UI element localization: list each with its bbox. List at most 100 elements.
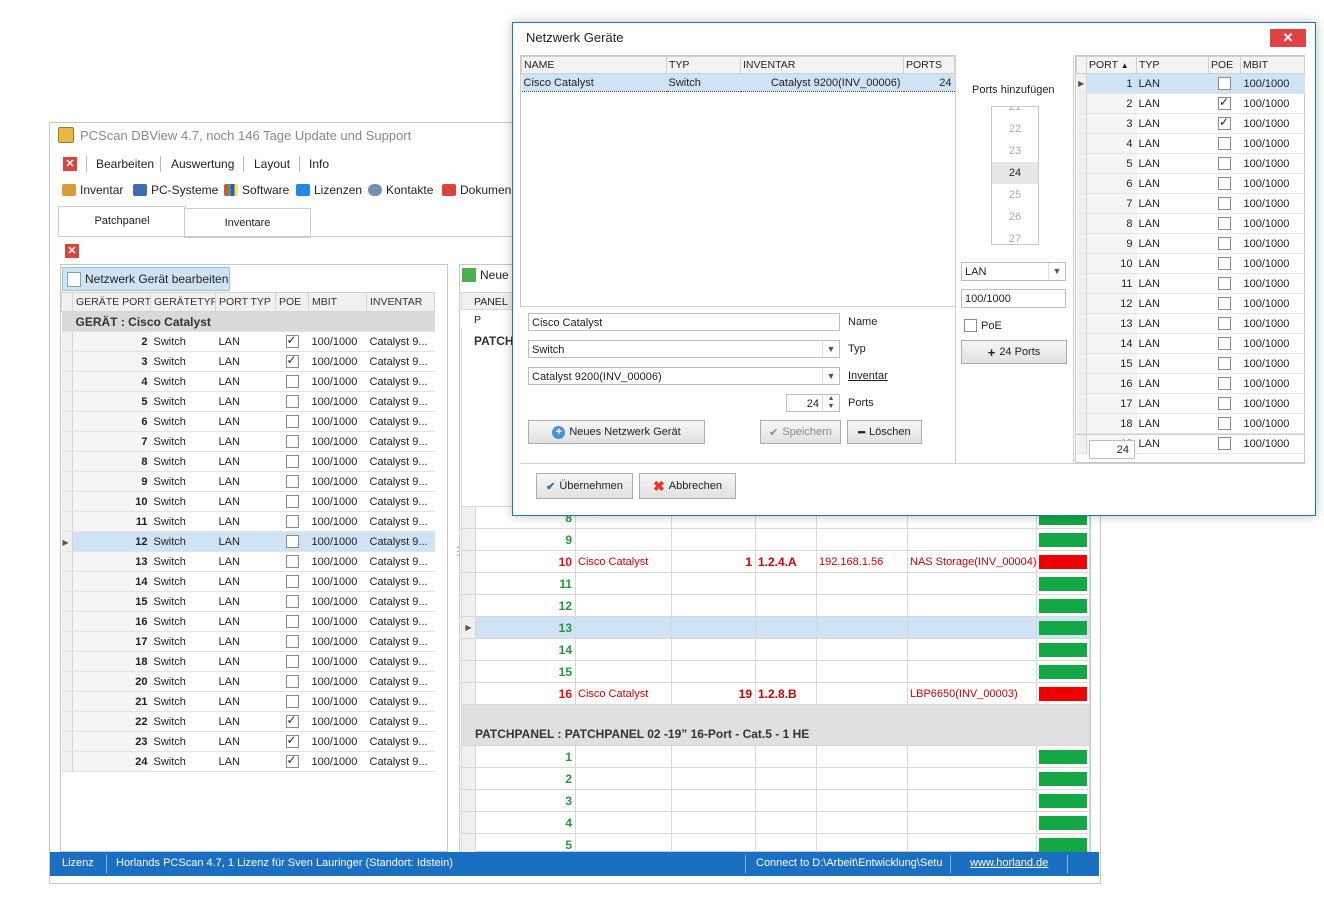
delete-button[interactable]: ━ Löschen	[847, 420, 922, 444]
table-row[interactable]: 2	[461, 767, 1090, 790]
ports-list-item[interactable]: 23	[992, 140, 1038, 162]
poe-checkbox[interactable]	[285, 353, 299, 368]
type-combo[interactable]: Switch ▼	[528, 340, 840, 358]
spinner-arrows-icon[interactable]: ▲ ▼	[822, 395, 839, 411]
menu-bearbeiten[interactable]: Bearbeiten	[96, 157, 154, 171]
table-row[interactable]: 10 Switch LAN 100/1000 Catalyst 9...	[61, 491, 435, 512]
col-poe[interactable]: POE	[1208, 56, 1241, 74]
poe-checkbox[interactable]	[285, 395, 299, 408]
poe-checkbox[interactable]	[285, 375, 299, 388]
inventar-link[interactable]: Inventar	[848, 370, 888, 382]
table-row[interactable]: ▶ 12 Switch LAN 100/1000 Catalyst 9...	[61, 531, 435, 552]
col-panel-port[interactable]: PANEL P	[461, 292, 513, 326]
poe-checkbox[interactable]	[1218, 257, 1231, 270]
toolbar-kontakte[interactable]: Kontakte	[368, 183, 433, 197]
poe-checkbox[interactable]	[1218, 197, 1231, 210]
poe-checkbox[interactable]	[285, 615, 299, 628]
table-row[interactable]: 16 Switch LAN 100/1000 Catalyst 9...	[61, 611, 435, 632]
table-row[interactable]: ▶ 1 LAN 100/1000	[1076, 73, 1305, 94]
table-row[interactable]: 14 LAN 100/1000	[1076, 333, 1305, 354]
col-port[interactable]: PORT ▲	[1086, 56, 1137, 74]
table-row[interactable]: 9 LAN 100/1000	[1076, 233, 1305, 254]
table-row[interactable]: 1	[461, 745, 1090, 768]
name-input[interactable]: Cisco Catalyst	[528, 313, 840, 331]
poe-checkbox[interactable]	[285, 455, 299, 468]
poe-checkbox[interactable]	[1218, 277, 1231, 290]
poe-checkbox[interactable]	[285, 713, 299, 728]
menu-auswertung[interactable]: Auswertung	[171, 157, 234, 171]
poe-checkbox[interactable]	[1218, 137, 1231, 150]
ports-list-item[interactable]: 27	[992, 228, 1038, 244]
table-row[interactable]: 17 Switch LAN 100/1000 Catalyst 9...	[61, 631, 435, 652]
toolbar-software[interactable]: Software	[224, 183, 289, 197]
add-ports-button[interactable]: +24 Ports	[961, 340, 1067, 364]
port-count-field[interactable]: 24	[1089, 440, 1135, 459]
poe-checkbox[interactable]	[1218, 317, 1231, 330]
table-row[interactable]: 16 Cisco Catalyst 19 1.2.8.B LBP6650(INV_000…	[461, 682, 1090, 705]
poe-checkbox[interactable]	[1218, 437, 1231, 450]
poe-checkbox[interactable]	[1218, 377, 1231, 390]
poe-checkbox[interactable]	[285, 575, 299, 588]
table-row[interactable]: ▶ 13	[461, 616, 1090, 639]
table-row[interactable]: 22SwitchLAN 100/1000Catalyst 9...	[61, 711, 435, 732]
group-header[interactable]: GERÄT : Cisco Catalyst	[61, 311, 435, 332]
poe-checkbox[interactable]	[1218, 417, 1231, 430]
table-row[interactable]: 15 Switch LAN 100/1000 Catalyst 9...	[61, 591, 435, 612]
poe-checkbox[interactable]	[1218, 357, 1231, 370]
ports-list-item[interactable]: 24	[992, 162, 1038, 184]
poe-checkbox[interactable]	[285, 733, 299, 748]
edit-network-device-button[interactable]: Netzwerk Gerät bearbeiten	[62, 267, 230, 291]
mbit-field[interactable]: 100/1000	[961, 289, 1066, 308]
col-ports[interactable]: PORTS	[903, 56, 955, 74]
ports-spinner[interactable]: 24 ▲ ▼	[786, 394, 840, 412]
poe-checkbox[interactable]	[285, 635, 299, 648]
table-row[interactable]: 12 LAN 100/1000	[1076, 293, 1305, 314]
col-typ[interactable]: TYP	[1136, 56, 1209, 74]
col-mbit[interactable]: MBIT	[1240, 56, 1305, 74]
table-row[interactable]: 5 LAN 100/1000	[1076, 153, 1305, 174]
ports-list-item[interactable]: 22	[992, 118, 1038, 140]
new-button[interactable]: Neue	[462, 268, 509, 282]
poe-checkbox[interactable]	[1218, 115, 1231, 130]
toolbar-lizenzen[interactable]: Lizenzen	[296, 183, 362, 197]
table-row[interactable]: 16 LAN 100/1000	[1076, 373, 1305, 394]
table-row[interactable]: 5 Switch LAN 100/1000 Catalyst 9...	[61, 391, 435, 412]
table-row[interactable]: 12	[461, 594, 1090, 617]
table-row[interactable]: 7 Switch LAN 100/1000 Catalyst 9...	[61, 431, 435, 452]
col-poe[interactable]: POE	[275, 292, 309, 312]
table-row[interactable]: 18 LAN 100/1000	[1076, 413, 1305, 434]
status-link[interactable]: www.horland.de	[970, 857, 1048, 869]
table-row[interactable]: 8 LAN 100/1000	[1076, 213, 1305, 234]
table-row[interactable]: 9	[461, 528, 1090, 551]
table-row[interactable]: 2SwitchLAN 100/1000Catalyst 9...	[61, 331, 435, 352]
device-row[interactable]: Cisco Catalyst Switch Catalyst 9200(INV_…	[521, 73, 955, 92]
table-row[interactable]: 3SwitchLAN 100/1000Catalyst 9...	[61, 351, 435, 372]
table-row[interactable]: 10 Cisco Catalyst 1 1.2.4.A 192.168.1.56 NAS …	[461, 550, 1090, 573]
col-mbit[interactable]: MBIT	[308, 292, 367, 312]
tab-inventare[interactable]: Inventare	[184, 208, 311, 238]
poe-checkbox[interactable]	[1218, 177, 1231, 190]
poe-checkbox[interactable]	[285, 535, 299, 548]
ports-count-list[interactable]: 21 22 23 24 25 26 27	[991, 106, 1039, 245]
port-type-combo[interactable]: LAN ▼	[961, 262, 1066, 281]
table-row[interactable]: 15 LAN 100/1000	[1076, 353, 1305, 374]
poe-checkbox[interactable]	[1218, 157, 1231, 170]
poe-checkbox[interactable]	[285, 695, 299, 708]
poe-checkbox[interactable]	[1218, 297, 1231, 310]
poe-checkbox[interactable]	[285, 475, 299, 488]
table-row[interactable]: 2LAN 100/1000	[1076, 93, 1305, 114]
poe-checkbox[interactable]	[285, 415, 299, 428]
new-network-device-button[interactable]: + Neues Netzwerk Gerät	[528, 420, 705, 444]
col-port-typ[interactable]: PORT TYP	[215, 292, 276, 312]
poe-checkbox[interactable]: PoE	[964, 319, 1002, 332]
table-row[interactable]: 11 LAN 100/1000	[1076, 273, 1305, 294]
table-row[interactable]: 4 Switch LAN 100/1000 Catalyst 9...	[61, 371, 435, 392]
cancel-button[interactable]: ✖ Abbrechen	[639, 473, 736, 499]
poe-checkbox[interactable]	[1218, 217, 1231, 230]
table-row[interactable]: 17 LAN 100/1000	[1076, 393, 1305, 414]
col-name[interactable]: NAME	[521, 56, 667, 74]
table-row[interactable]: 11	[461, 572, 1090, 595]
close-panel-icon[interactable]: ✕	[65, 244, 79, 258]
toolbar-pc-systeme[interactable]: PC-Systeme	[133, 183, 218, 197]
menu-info[interactable]: Info	[309, 157, 329, 171]
